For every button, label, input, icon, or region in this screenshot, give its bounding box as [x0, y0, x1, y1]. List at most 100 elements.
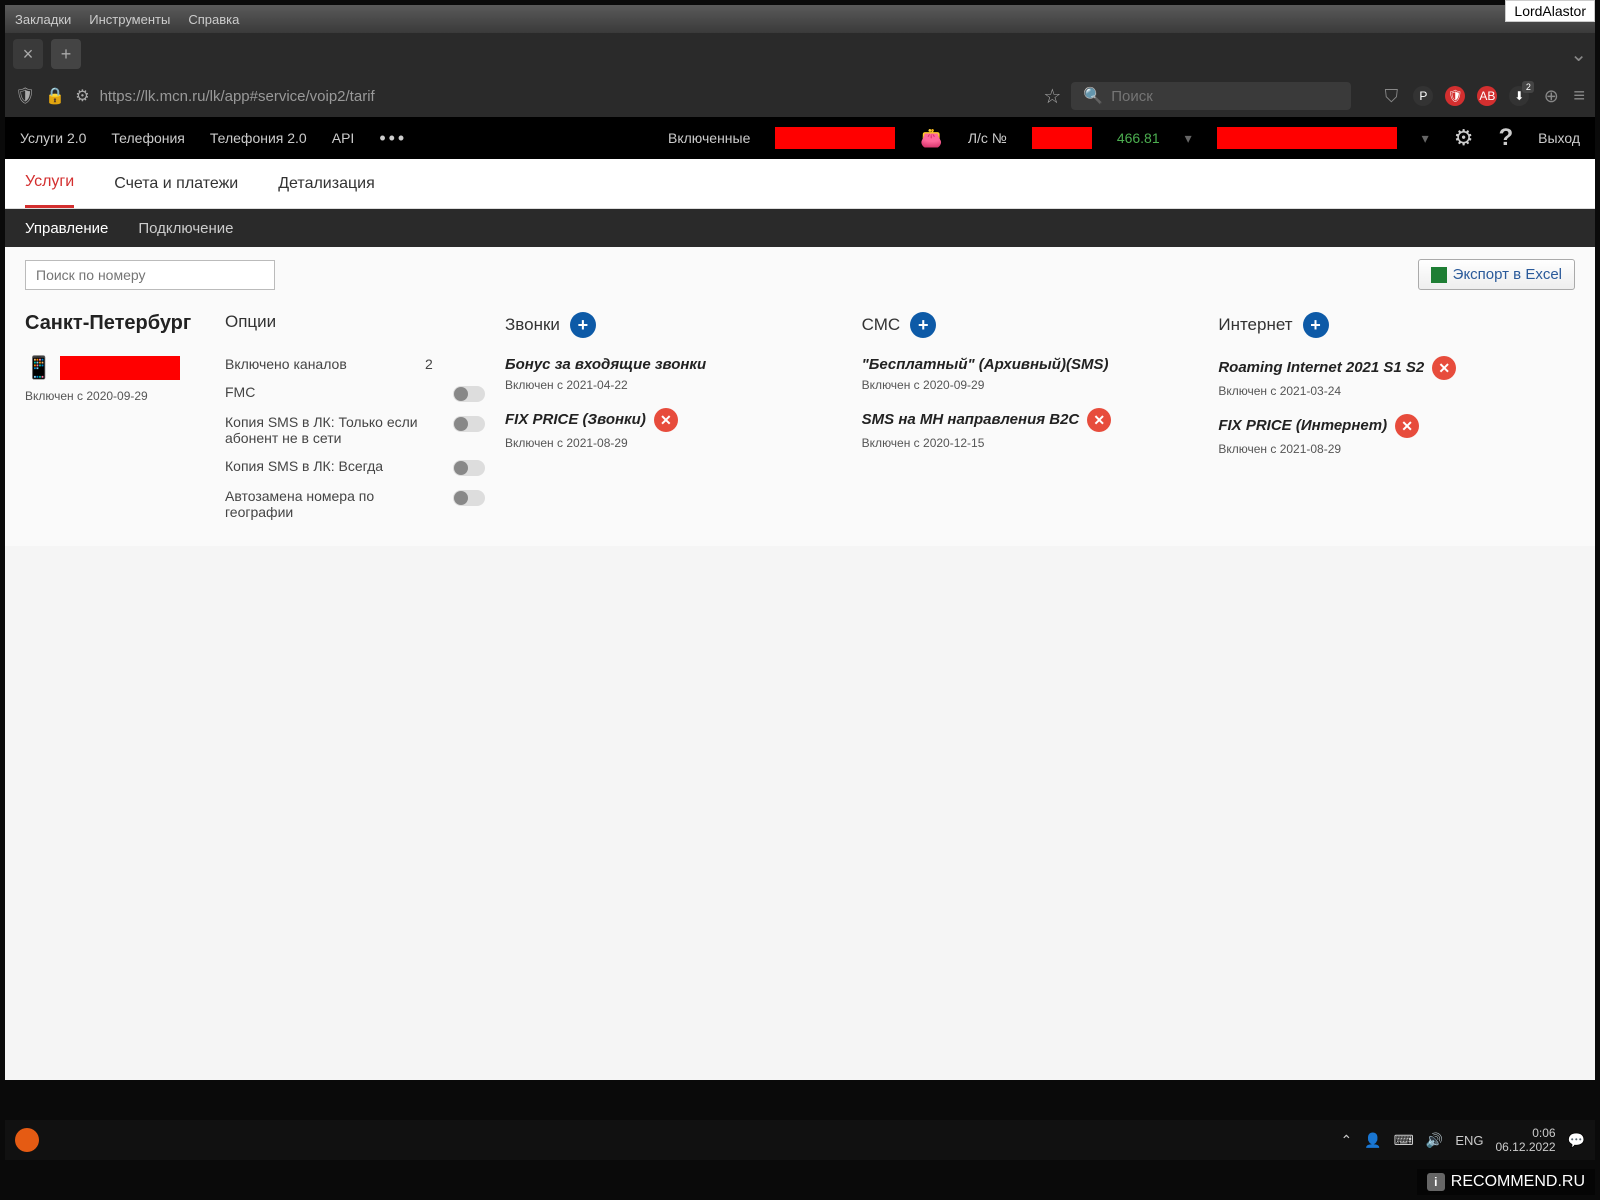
redacted-block — [1217, 127, 1397, 149]
browser-tabbar: × + ⌄ — [5, 33, 1595, 75]
fmc-toggle[interactable] — [453, 386, 485, 402]
tab-connect[interactable]: Подключение — [138, 220, 233, 237]
add-internet-option-button[interactable]: + — [1303, 312, 1329, 338]
channels-label: Включено каналов — [225, 356, 425, 372]
user-dropdown-icon[interactable]: ▾ — [1422, 130, 1429, 147]
volume-icon[interactable]: 🔊 — [1426, 1132, 1443, 1149]
notifications-icon[interactable]: 💬 — [1568, 1132, 1585, 1149]
sms-offline-label: Копия SMS в ЛК: Только если абонент не в… — [225, 414, 453, 446]
wallet-icon[interactable]: 👛 — [920, 128, 942, 149]
export-excel-button[interactable]: Экспорт в Excel — [1418, 259, 1575, 290]
tab-dropdown-icon[interactable]: ⌄ — [1570, 42, 1587, 67]
adblock-icon[interactable]: AB — [1477, 86, 1497, 106]
redacted-block — [60, 356, 180, 380]
options-header: Опции — [225, 312, 485, 332]
site-topnav: Услуги 2.0 Телефония Телефония 2.0 API •… — [5, 117, 1595, 159]
georeplace-label: Автозамена номера по географии — [225, 488, 453, 520]
firefox-icon[interactable] — [15, 1128, 39, 1152]
ublock-icon[interactable]: 🛡 — [1445, 86, 1465, 106]
sms-option-since: Включен с 2020-12-15 — [862, 436, 1199, 450]
browser-search[interactable]: 🔍 — [1071, 82, 1351, 110]
keyboard-icon[interactable]: ⌨ — [1394, 1132, 1414, 1149]
nav-api[interactable]: API — [332, 130, 355, 146]
taskbar-clock[interactable]: 0:06 06.12.2022 — [1496, 1126, 1556, 1155]
nav-telephony20[interactable]: Телефония 2.0 — [210, 130, 307, 146]
logout-link[interactable]: Выход — [1538, 130, 1580, 146]
georeplace-toggle[interactable] — [453, 490, 485, 506]
bookmark-star-icon[interactable]: ☆ — [1043, 84, 1061, 109]
gear-icon[interactable]: ⚙ — [1454, 125, 1474, 151]
delete-option-button[interactable]: ✕ — [1395, 414, 1419, 438]
tab-billing[interactable]: Счета и платежи — [114, 161, 238, 207]
menu-bookmarks[interactable]: Закладки — [15, 12, 71, 27]
help-icon[interactable]: ? — [1498, 124, 1513, 152]
sms-option-since: Включен с 2020-09-29 — [862, 378, 1199, 392]
sms-always-toggle[interactable] — [453, 460, 485, 476]
calls-header: Звонки — [505, 315, 560, 335]
tab-manage[interactable]: Управление — [25, 220, 108, 237]
city-name: Санкт-Петербург — [25, 312, 205, 335]
sms-offline-toggle[interactable] — [453, 416, 485, 432]
watermark-site: i RECOMMEND.RU — [1417, 1169, 1595, 1195]
site-badge-icon: i — [1427, 1173, 1445, 1191]
subnav: Услуги Счета и платежи Детализация — [5, 159, 1595, 209]
extension-icon[interactable]: P — [1413, 86, 1433, 106]
call-option-title: Бонус за входящие звонки — [505, 356, 706, 373]
taskbar-lang[interactable]: ENG — [1455, 1133, 1483, 1148]
phone-enabled-since: Включен с 2020-09-29 — [25, 389, 205, 403]
account-icon[interactable]: ⊕ — [1541, 86, 1561, 106]
nav-telephony[interactable]: Телефония — [111, 130, 184, 146]
nav-services20[interactable]: Услуги 2.0 — [20, 130, 86, 146]
internet-option-since: Включен с 2021-08-29 — [1218, 442, 1555, 456]
sms-option-title: "Бесплатный" (Архивный)(SMS) — [862, 356, 1109, 373]
add-call-option-button[interactable]: + — [570, 312, 596, 338]
menu-tools[interactable]: Инструменты — [89, 12, 170, 27]
call-option-since: Включен с 2021-08-29 — [505, 436, 842, 450]
export-label: Экспорт в Excel — [1453, 266, 1562, 283]
delete-option-button[interactable]: ✕ — [654, 408, 678, 432]
url-text[interactable]: https://lk.mcn.ru/lk/app#service/voip2/t… — [100, 88, 375, 105]
excel-icon — [1431, 267, 1447, 283]
people-icon[interactable]: 👤 — [1364, 1132, 1381, 1149]
sms-always-label: Копия SMS в ЛК: Всегда — [225, 458, 453, 474]
permissions-icon[interactable]: ⚙ — [75, 86, 89, 106]
tab-details[interactable]: Детализация — [278, 161, 375, 207]
sms-option: "Бесплатный" (Архивный)(SMS) Включен с 20… — [862, 356, 1199, 392]
tab-close-icon[interactable]: × — [13, 39, 43, 69]
balance-dropdown-icon[interactable]: ▾ — [1185, 130, 1192, 147]
call-option-since: Включен с 2021-04-22 — [505, 378, 842, 392]
delete-option-button[interactable]: ✕ — [1432, 356, 1456, 380]
downloads-icon[interactable]: ⬇ — [1509, 86, 1529, 106]
call-option: FIX PRICE (Звонки) ✕ Включен с 2021-08-29 — [505, 408, 842, 450]
watermark-user: LordAlastor — [1505, 0, 1595, 22]
subnav2: Управление Подключение — [5, 209, 1595, 247]
search-input[interactable] — [1111, 88, 1339, 105]
internet-option-title: Roaming Internet 2021 S1 S2 — [1218, 359, 1424, 376]
lock-icon: 🔒 — [45, 86, 65, 106]
delete-option-button[interactable]: ✕ — [1087, 408, 1111, 432]
internet-option: FIX PRICE (Интернет)✕Включен с 2021-08-2… — [1218, 414, 1555, 456]
menu-help[interactable]: Справка — [188, 12, 239, 27]
redacted-block — [1032, 127, 1092, 149]
tray-chevron-icon[interactable]: ⌃ — [1341, 1132, 1353, 1149]
call-option: Бонус за входящие звонки Включен с 2021-0… — [505, 356, 842, 392]
windows-taskbar: ⌃ 👤 ⌨ 🔊 ENG 0:06 06.12.2022 💬 — [5, 1120, 1595, 1160]
new-tab-button[interactable]: + — [51, 39, 81, 69]
internet-header: Интернет — [1218, 315, 1292, 335]
tab-services[interactable]: Услуги — [25, 159, 74, 208]
shield-icon[interactable]: 🛡 — [15, 86, 35, 106]
fmc-label: FMC — [225, 384, 453, 400]
add-sms-option-button[interactable]: + — [910, 312, 936, 338]
hamburger-icon[interactable]: ≡ — [1573, 85, 1585, 108]
balance-value: 466.81 — [1117, 130, 1160, 146]
sms-option-title: SMS на МН направления B2C — [862, 411, 1080, 428]
call-option-title: FIX PRICE (Звонки) — [505, 411, 646, 428]
account-label: Л/с № — [968, 130, 1007, 146]
internet-option-since: Включен с 2021-03-24 — [1218, 384, 1555, 398]
number-search-input[interactable] — [25, 260, 275, 290]
nav-more-icon[interactable]: ••• — [379, 128, 407, 149]
nav-included[interactable]: Включенные — [668, 130, 750, 146]
channels-value: 2 — [425, 356, 485, 372]
redacted-block — [775, 127, 895, 149]
pocket-icon[interactable]: ⛉ — [1381, 86, 1401, 106]
